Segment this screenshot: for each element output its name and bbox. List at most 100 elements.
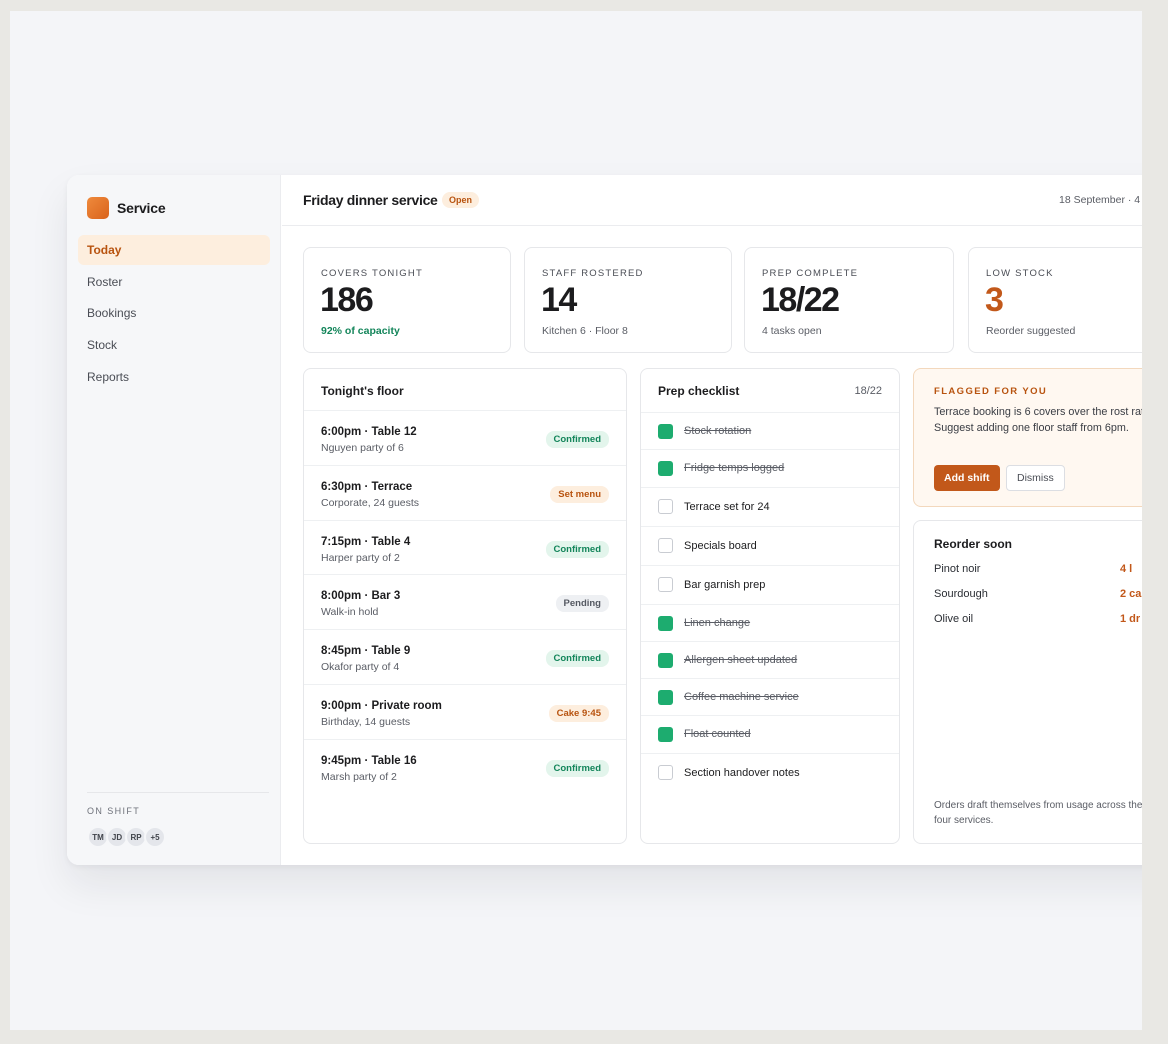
list-item[interactable]: 8:00pm · Bar 3 Walk-in hold Pending [304, 574, 626, 629]
booking-time: 9:00pm · Private room [321, 699, 442, 712]
stock-item-name: Sourdough [934, 588, 988, 600]
booking-time: 8:00pm · Bar 3 [321, 590, 401, 603]
stat-label: LOW STOCK [986, 268, 1054, 279]
checklist-item[interactable]: Float counted [641, 715, 899, 752]
divider [87, 792, 269, 793]
sidebar-item-stock[interactable]: Stock [78, 330, 270, 360]
booking-note: Okafor party of 4 [321, 661, 400, 674]
checklist-item[interactable]: Section handover notes [641, 752, 899, 792]
checkbox-checked[interactable] [658, 727, 673, 743]
stock-item-qty: 2 cas [1120, 588, 1142, 600]
stat-value: 18/22 [761, 281, 840, 319]
page-header: Friday dinner service Open 18 September … [282, 175, 1142, 226]
list-item[interactable]: 9:00pm · Private room Birthday, 14 guest… [304, 683, 626, 739]
booking-note: Walk-in hold [321, 606, 379, 619]
status-badge: Cake 9:45 [548, 704, 609, 722]
checkbox-checked[interactable] [658, 424, 673, 439]
sidebar-item-today[interactable]: Today [78, 235, 270, 265]
on-shift-avatars: TM JD RP +5 [87, 826, 166, 848]
reorder-footnote: Orders draft themselves from usage acros… [934, 800, 1142, 826]
stat-subtext: 4 tasks open [762, 325, 822, 337]
checklist-item[interactable]: Fridge temps logged [641, 449, 899, 486]
checkbox-unchecked[interactable] [658, 498, 673, 514]
checklist-label: Stock rotation [684, 425, 752, 437]
avatar-overflow-count[interactable]: +5 [144, 826, 166, 848]
checklist-label: Specials board [684, 539, 757, 552]
booking-time: 6:00pm · Table 12 [321, 426, 417, 438]
dismiss-button[interactable]: Dismiss [1006, 465, 1065, 491]
stat-card-covers: COVERS TONIGHT 186 92% of capacity [303, 247, 511, 353]
sidebar-nav: Today Roster Bookings Stock Reports [78, 235, 270, 393]
checklist-item[interactable]: Allergen sheet updated [641, 640, 899, 678]
sidebar: Service Today Roster Bookings Stock Repo… [67, 175, 281, 865]
list-item[interactable]: 7:15pm · Table 4 Harper party of 2 Confi… [304, 519, 626, 575]
checklist-item[interactable]: Stock rotation [641, 412, 899, 449]
stat-value: 14 [541, 281, 577, 319]
prep-panel: Prep checklist 18/22 Stock rotation Frid… [640, 368, 900, 844]
app-window: Service Today Roster Bookings Stock Repo… [67, 175, 1142, 865]
brand: Service [87, 197, 166, 219]
checklist-item[interactable]: Coffee machine service [641, 678, 899, 715]
stat-value: 3 [985, 281, 1004, 319]
checklist-label: Fridge temps logged [684, 462, 785, 475]
stat-label: STAFF ROSTERED [542, 268, 644, 279]
stat-card-low-stock: LOW STOCK 3 Reorder suggested [968, 247, 1142, 353]
sidebar-item-reports[interactable]: Reports [78, 362, 270, 392]
stock-item-qty: 1 dr [1120, 613, 1141, 625]
sidebar-item-roster[interactable]: Roster [78, 267, 270, 297]
checkbox-checked[interactable] [658, 690, 673, 706]
booking-time: 9:45pm · Table 16 [321, 754, 417, 767]
header-date: 18 September · 4 [1059, 194, 1141, 206]
checklist-label: Allergen sheet updated [684, 653, 798, 666]
booking-time: 6:30pm · Terrace [321, 480, 413, 493]
checklist-label: Linen change [684, 616, 751, 629]
panel-title: Prep checklist [658, 384, 740, 398]
status-badge: Confirmed [545, 650, 609, 668]
checkbox-checked[interactable] [658, 461, 673, 477]
stat-label: PREP COMPLETE [762, 268, 859, 279]
status-badge: Confirmed [545, 431, 609, 448]
checkbox-unchecked[interactable] [658, 537, 673, 553]
checklist-label: Section handover notes [684, 766, 800, 779]
status-badge: Confirmed [545, 759, 609, 777]
list-item[interactable]: 8:45pm · Table 9 Okafor party of 4 Confi… [304, 629, 626, 684]
brand-logo-icon [87, 197, 109, 219]
booking-note: Nguyen party of 6 [321, 442, 404, 454]
checkbox-unchecked[interactable] [658, 764, 673, 780]
booking-time: 7:15pm · Table 4 [321, 535, 411, 548]
checkbox-checked[interactable] [658, 652, 673, 668]
stock-item-name: Olive oil [934, 613, 974, 625]
stat-label: COVERS TONIGHT [321, 268, 423, 279]
booking-note: Birthday, 14 guests [321, 715, 411, 728]
checklist-label: Terrace set for 24 [684, 500, 770, 513]
stat-subtext: 92% of capacity [321, 325, 400, 337]
canvas-background: Service Today Roster Bookings Stock Repo… [10, 11, 1142, 1030]
stat-subtext: Reorder suggested [986, 325, 1076, 337]
booking-time: 8:45pm · Table 9 [321, 645, 411, 658]
list-item[interactable]: 6:00pm · Table 12 Nguyen party of 6 Conf… [304, 410, 626, 465]
booking-note: Harper party of 2 [321, 551, 400, 564]
stock-item-name: Pinot noir [934, 563, 981, 575]
brand-name: Service [117, 200, 166, 216]
list-item[interactable]: 6:30pm · Terrace Corporate, 24 guests Se… [304, 464, 626, 520]
checklist-item[interactable]: Linen change [641, 603, 899, 641]
on-shift-label: ON SHIFT [87, 806, 141, 816]
stat-card-prep: PREP COMPLETE 18/22 4 tasks open [744, 247, 954, 353]
checklist-label: Bar garnish prep [684, 578, 766, 591]
checklist-label: Coffee machine service [684, 691, 799, 704]
checklist-item[interactable]: Specials board [641, 525, 899, 565]
sidebar-item-bookings[interactable]: Bookings [78, 298, 270, 328]
stock-item-qty: 4 l [1120, 563, 1133, 575]
list-item[interactable]: 9:45pm · Table 16 Marsh party of 2 Confi… [304, 738, 626, 794]
checkbox-checked[interactable] [658, 615, 673, 631]
prep-count: 18/22 [854, 385, 882, 397]
floor-panel: Tonight's floor 6:00pm · Table 12 Nguyen… [303, 368, 627, 844]
status-badge: Confirmed [545, 540, 609, 558]
checkbox-unchecked[interactable] [658, 576, 673, 592]
page-title: Friday dinner service [303, 192, 438, 208]
checklist-item[interactable]: Bar garnish prep [641, 564, 899, 604]
add-shift-button[interactable]: Add shift [934, 465, 1000, 491]
checklist-item[interactable]: Terrace set for 24 [641, 486, 899, 526]
status-badge: Open [442, 192, 480, 208]
alert-body: Terrace booking is 6 covers over the ros… [934, 406, 1142, 434]
